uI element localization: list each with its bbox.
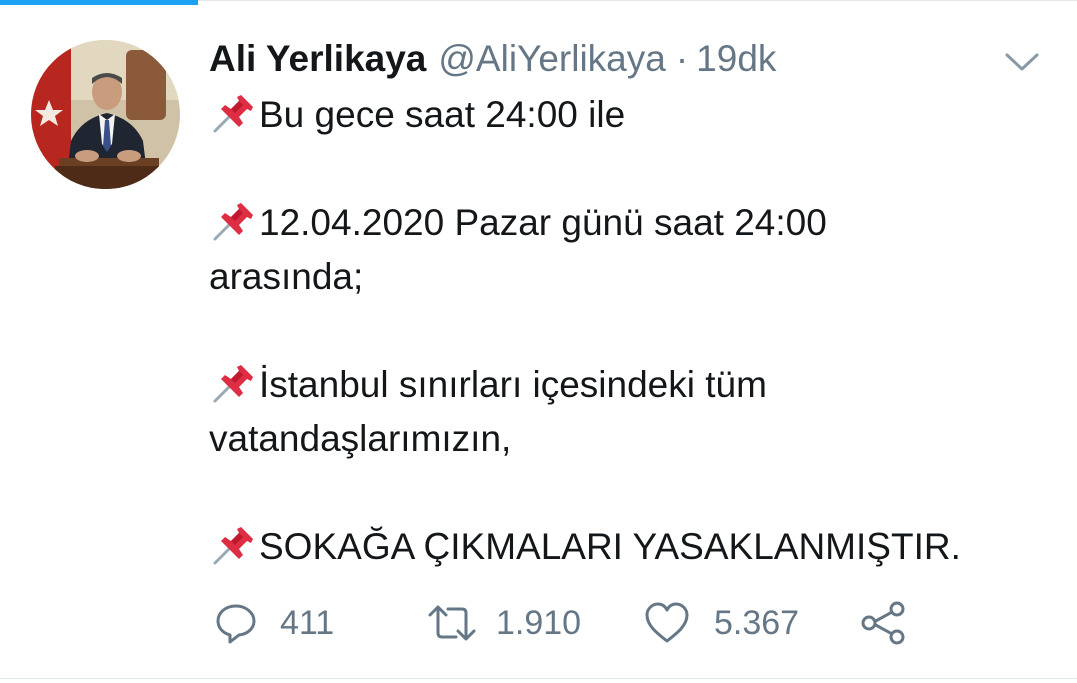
tweet-line-text: arasında;: [209, 256, 364, 297]
pushpin-icon: [209, 364, 259, 405]
header-separator: ·: [675, 38, 689, 79]
tweet-menu-button[interactable]: [1004, 50, 1040, 74]
tab-track-divider: [198, 0, 1077, 1]
tweet-detail-screen: Ali Yerlikaya @AliYerlikaya · 19dk Bu ge…: [0, 0, 1077, 683]
tweet-line: İstanbul sınırları içesindeki tüm: [209, 358, 1059, 412]
tweet-actions-bar: 411 1.910 5.367: [214, 598, 1074, 648]
like-count: 5.367: [714, 603, 800, 642]
avatar[interactable]: [31, 40, 180, 189]
retweet-count: 1.910: [496, 603, 582, 642]
tweet-line-text: Bu gece saat 24:00 ile: [259, 94, 626, 135]
pushpin-icon: [209, 202, 259, 243]
chevron-down-icon: [1005, 53, 1039, 71]
retweet-button[interactable]: 1.910: [426, 598, 581, 648]
tweet-line-text: SOKAĞA ÇIKMALARI YASAKLANMIŞTIR.: [259, 526, 961, 567]
author-handle[interactable]: @AliYerlikaya: [438, 36, 665, 82]
active-tab-indicator: [0, 0, 198, 5]
retweet-icon: [428, 605, 476, 641]
author-name[interactable]: Ali Yerlikaya: [209, 36, 426, 82]
pushpin-icon: [209, 94, 259, 135]
tweet-line: vatandaşlarımızın,: [209, 412, 1059, 466]
tweet-line-text: vatandaşlarımızın,: [209, 418, 512, 459]
tweet-line: Bu gece saat 24:00 ile: [209, 88, 1059, 142]
share-button[interactable]: [860, 598, 906, 648]
tweet-timestamp[interactable]: 19dk: [696, 36, 776, 82]
heart-icon: [645, 602, 689, 643]
reply-button[interactable]: 411: [214, 598, 334, 648]
like-button[interactable]: 5.367: [644, 598, 799, 648]
reply-count: 411: [280, 603, 335, 642]
bottom-divider: [0, 678, 1077, 679]
tweet-line: arasında;: [209, 250, 1059, 304]
tweet-text: Bu gece saat 24:00 ile 12.04.2020 Pazar g…: [209, 88, 1059, 574]
tweet-line-text: İstanbul sınırları içesindeki tüm: [259, 364, 767, 405]
reply-icon: [216, 604, 256, 644]
avatar-photo: [31, 40, 180, 189]
tweet-line: SOKAĞA ÇIKMALARI YASAKLANMIŞTIR.: [209, 520, 1059, 574]
tweet-line-text: 12.04.2020 Pazar günü saat 24:00: [259, 202, 827, 243]
tweet-line: 12.04.2020 Pazar günü saat 24:00: [209, 196, 1059, 250]
tweet-header: Ali Yerlikaya @AliYerlikaya · 19dk: [209, 36, 776, 82]
share-icon: [861, 601, 905, 645]
pushpin-icon: [209, 526, 259, 567]
